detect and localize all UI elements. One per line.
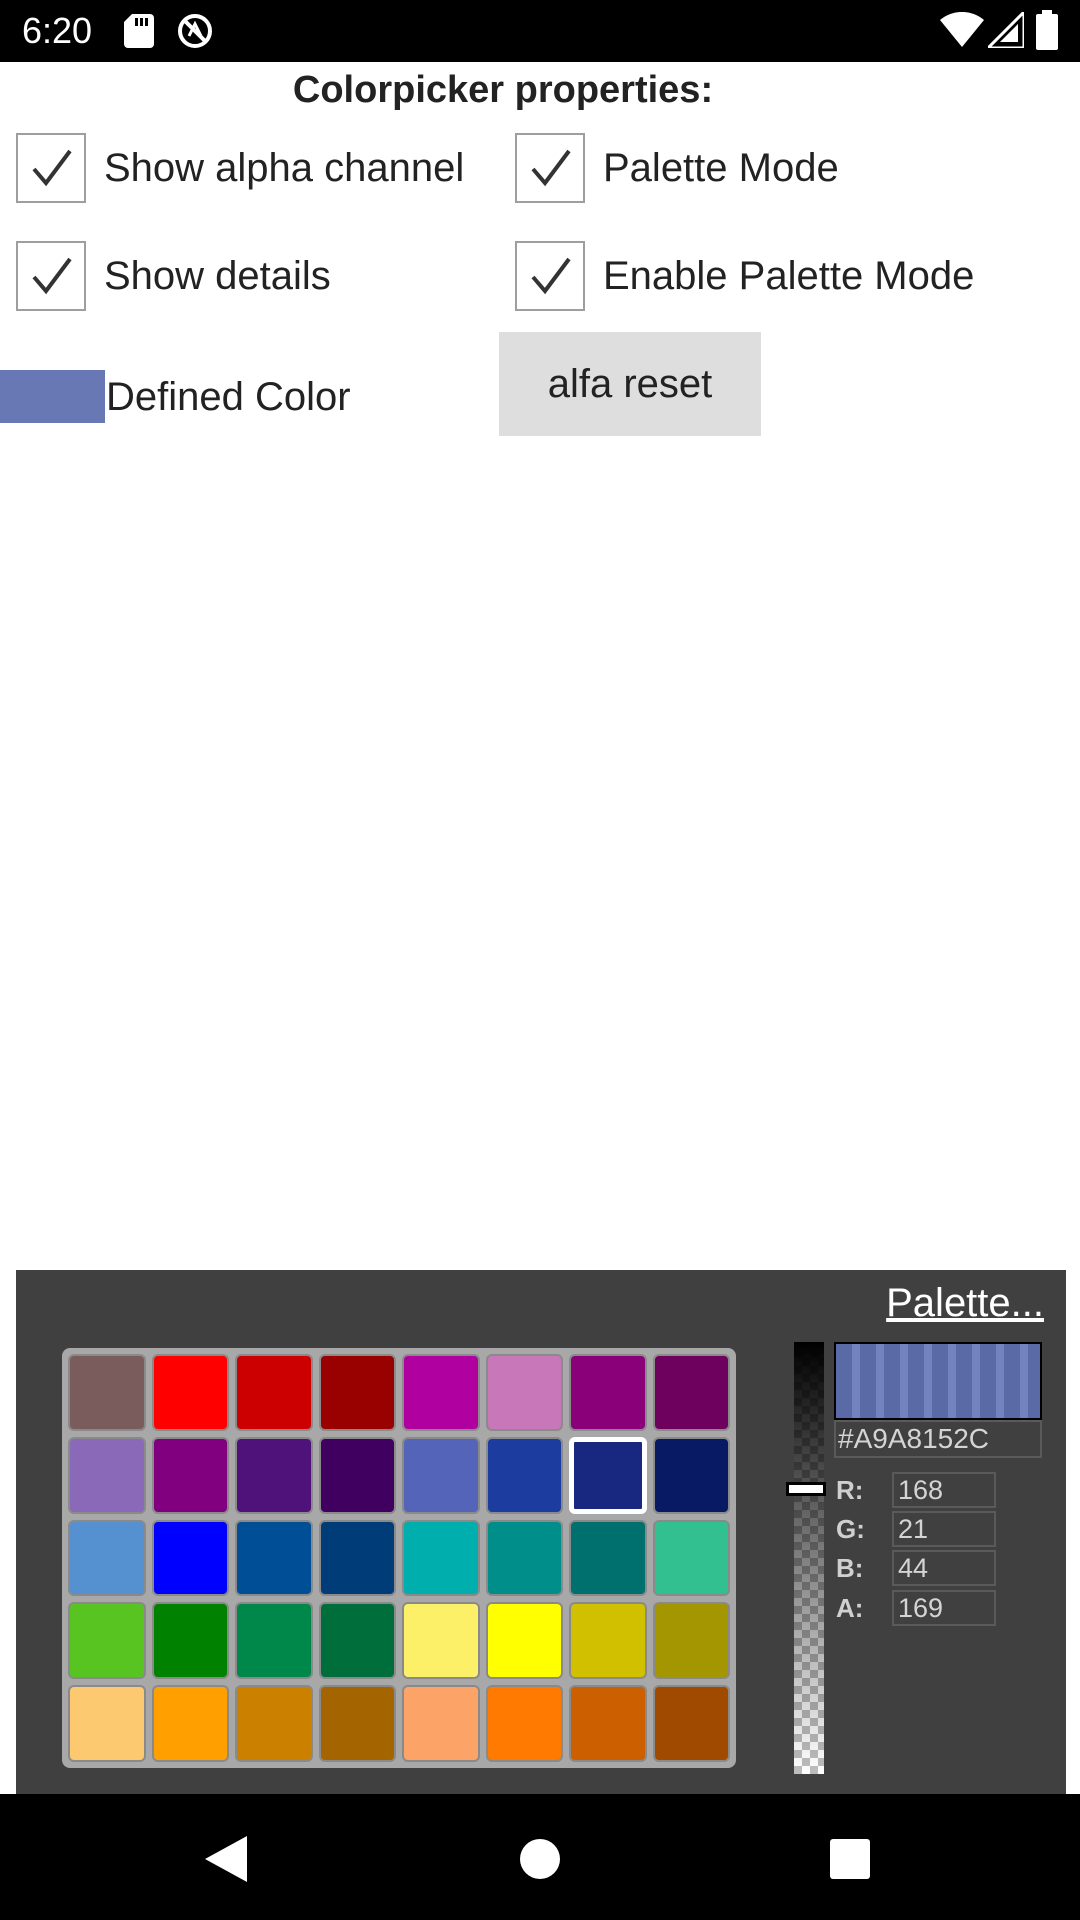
home-button[interactable] [505,1824,575,1894]
palette-swatch[interactable] [652,1519,730,1597]
defined-color-swatch [0,370,105,423]
show-details-checkbox[interactable] [16,241,86,311]
palette-swatch[interactable] [485,1519,563,1597]
palette-swatch[interactable] [318,1519,396,1597]
back-triangle-icon [205,1836,247,1882]
palette-swatch[interactable] [485,1685,563,1762]
palette-swatch[interactable] [68,1685,146,1762]
wifi-icon [940,12,984,47]
status-time: 6:20 [22,10,93,51]
palette-mode-checkbox[interactable] [515,133,585,203]
palette-swatch[interactable] [318,1685,396,1762]
palette-swatch[interactable] [569,1519,647,1597]
palette-swatch[interactable] [402,1685,480,1762]
red-input[interactable]: 168 [892,1472,996,1508]
sync-disabled-icon [178,14,212,48]
palette-swatch[interactable] [569,1354,647,1431]
colorpicker-panel: Palette... #A9A8152C R: 168 G: 21 B: 44 … [16,1270,1066,1796]
alpha-slider-track[interactable] [794,1342,824,1774]
palette-swatch[interactable] [569,1685,647,1762]
palette-swatch[interactable] [68,1602,146,1680]
checkmark-icon [32,149,72,187]
enable-palette-mode-checkbox[interactable] [515,241,585,311]
palette-swatch[interactable] [151,1602,229,1680]
palette-swatch[interactable] [235,1354,313,1431]
cell-signal-icon [988,12,1024,48]
alfa-reset-button[interactable]: alfa reset [499,332,761,436]
palette-swatch[interactable] [652,1354,730,1431]
show-alpha-option[interactable]: Show alpha channel [16,131,464,205]
alpha-slider-thumb[interactable] [786,1481,826,1496]
battery-icon [1036,10,1058,50]
palette-swatch[interactable] [235,1519,313,1597]
checkmark-icon [531,257,571,295]
palette-swatch[interactable] [569,1436,647,1514]
palette-swatch[interactable] [402,1519,480,1597]
defined-color-label: Defined Color [106,375,351,419]
palette-swatch[interactable] [402,1436,480,1514]
palette-swatch[interactable] [485,1354,563,1431]
palette-mode-option[interactable]: Palette Mode [515,131,839,205]
palette-swatch[interactable] [652,1602,730,1680]
show-alpha-checkbox[interactable] [16,133,86,203]
palette-swatch[interactable] [235,1685,313,1762]
back-button[interactable] [190,1824,260,1894]
hex-input[interactable]: #A9A8152C [834,1420,1042,1458]
app-screen: 6:20 Colorpicker properties: Show alpha … [0,0,1080,1920]
palette-swatch[interactable] [151,1354,229,1431]
home-circle-icon [520,1839,560,1879]
palette-swatch[interactable] [318,1354,396,1431]
palette-swatch[interactable] [68,1354,146,1431]
palette-swatch[interactable] [151,1519,229,1597]
palette-swatch[interactable] [151,1685,229,1762]
status-bar: 6:20 [0,0,1080,62]
palette-swatch[interactable] [318,1436,396,1514]
blue-label: B: [836,1553,864,1583]
red-label: R: [836,1475,864,1505]
navigation-bar [0,1794,1080,1920]
palette-swatch[interactable] [485,1436,563,1514]
palette-swatch[interactable] [151,1436,229,1514]
palette-link[interactable]: Palette... [886,1278,1044,1328]
page-title: Colorpicker properties: [292,69,714,111]
green-label: G: [836,1514,865,1544]
palette-swatch[interactable] [652,1436,730,1514]
sd-card-icon [124,14,154,48]
checkmark-icon [531,149,571,187]
palette-swatch[interactable] [235,1436,313,1514]
palette-swatch[interactable] [485,1602,563,1680]
palette-swatch[interactable] [318,1602,396,1680]
recents-square-icon [830,1839,870,1879]
green-input[interactable]: 21 [892,1511,996,1547]
recents-button[interactable] [815,1824,885,1894]
palette-swatch[interactable] [652,1685,730,1762]
enable-palette-mode-label: Enable Palette Mode [603,254,975,298]
blue-input[interactable]: 44 [892,1550,996,1586]
alpha-input[interactable]: 169 [892,1590,996,1626]
checkmark-icon [32,257,72,295]
alpha-label: A: [836,1593,864,1623]
show-alpha-label: Show alpha channel [104,146,465,190]
enable-palette-mode-option[interactable]: Enable Palette Mode [515,239,974,313]
palette-mode-label: Palette Mode [603,146,839,190]
color-preview [834,1342,1042,1420]
palette-swatch[interactable] [68,1519,146,1597]
palette-swatch[interactable] [402,1602,480,1680]
palette-swatch[interactable] [235,1602,313,1680]
palette-swatch[interactable] [68,1436,146,1514]
palette-swatch[interactable] [402,1354,480,1431]
show-details-option[interactable]: Show details [16,239,331,313]
palette-grid [62,1348,736,1768]
palette-swatch[interactable] [569,1602,647,1680]
show-details-label: Show details [104,254,331,298]
